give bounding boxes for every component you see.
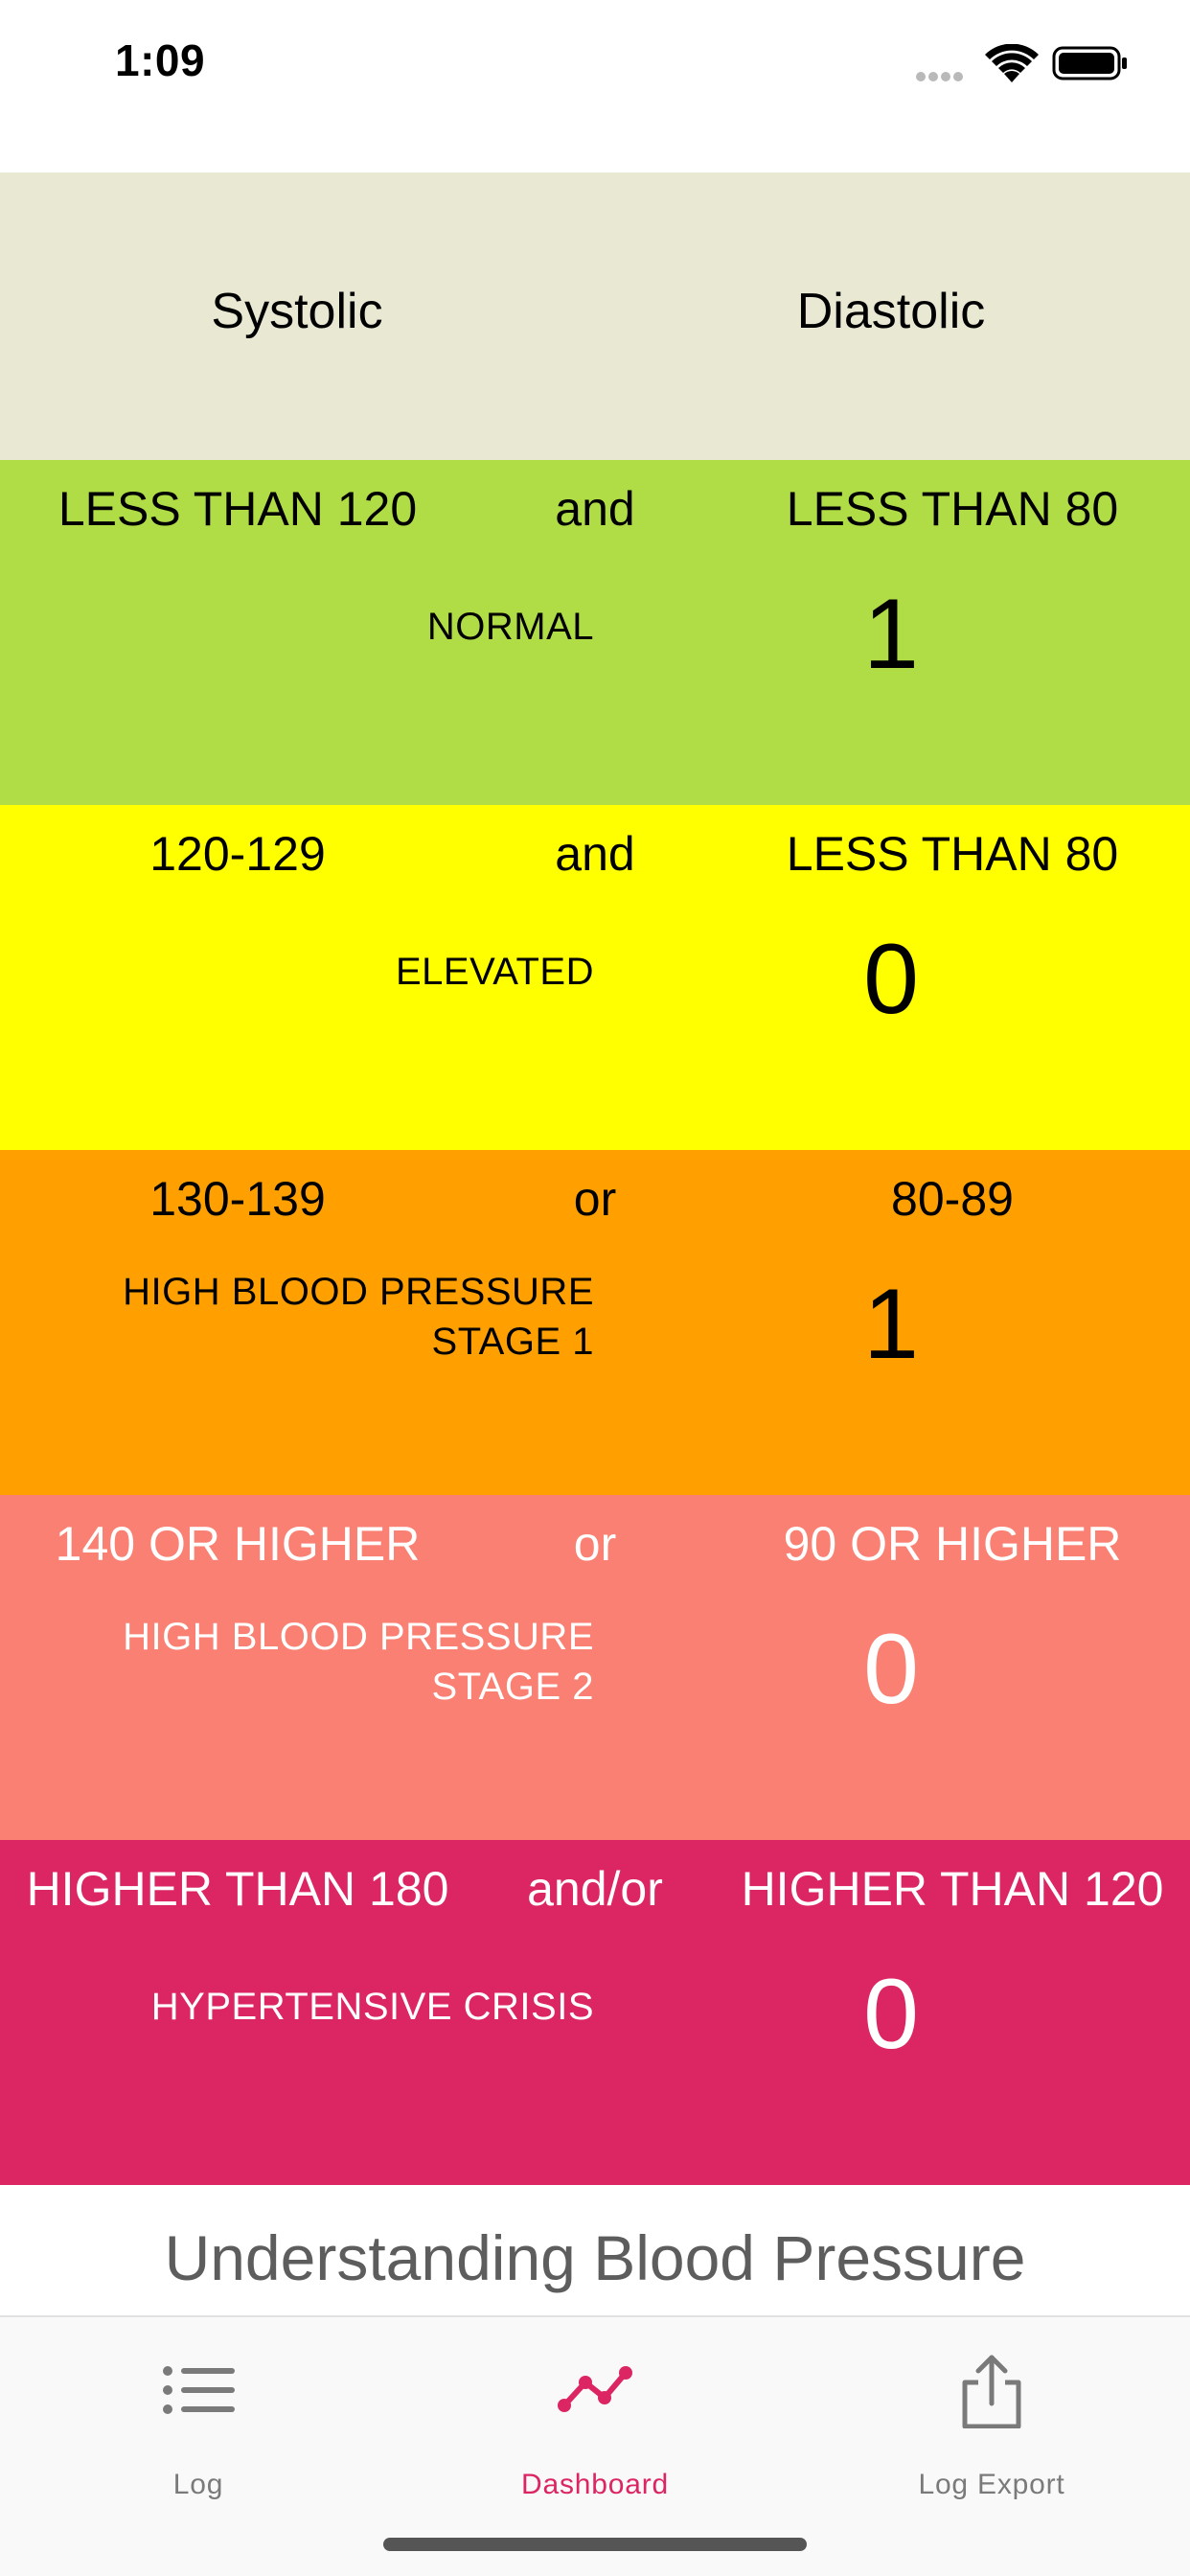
- category-row-elevated[interactable]: 120-129 and LESS THAN 80 ELEVATED 0: [0, 805, 1190, 1150]
- category-name: HIGH BLOOD PRESSURE STAGE 2: [57, 1612, 594, 1712]
- diastolic-range: 80-89: [891, 1172, 1014, 1226]
- tab-log[interactable]: Log: [0, 2317, 397, 2509]
- category-name-line-1: HIGH BLOOD PRESSURE: [123, 1616, 594, 1658]
- category-name: NORMAL: [426, 606, 594, 648]
- tab-label: Log Export: [918, 2469, 1065, 2500]
- systolic-header: Systolic: [211, 284, 383, 339]
- chart-line-icon: [558, 2366, 632, 2412]
- reading-count: 0: [863, 924, 919, 1035]
- table-header: Systolic Diastolic: [0, 172, 1190, 460]
- category-row-normal[interactable]: LESS THAN 120 and LESS THAN 80 NORMAL 1: [0, 460, 1190, 805]
- status-time: 1:09: [115, 35, 206, 85]
- category-row-stage-1[interactable]: 130-139 or 80-89 HIGH BLOOD PRESSURE STA…: [0, 1150, 1190, 1495]
- category-name: HIGH BLOOD PRESSURE STAGE 1: [57, 1267, 594, 1367]
- range-operator: or: [573, 1172, 617, 1226]
- tab-log-export[interactable]: Log Export: [793, 2317, 1190, 2509]
- range-operator: and: [555, 482, 635, 536]
- systolic-range: 130-139: [149, 1172, 326, 1226]
- systolic-range: 120-129: [149, 827, 326, 881]
- systolic-range: LESS THAN 120: [57, 482, 418, 536]
- diastolic-range: 90 OR HIGHER: [783, 1517, 1122, 1571]
- diastolic-range: HIGHER THAN 120: [741, 1862, 1164, 1916]
- reading-count: 0: [863, 1959, 919, 2070]
- section-title: Understanding Blood Pressure: [164, 2222, 1026, 2293]
- systolic-range: 140 OR HIGHER: [55, 1517, 421, 1571]
- reading-count: 0: [863, 1614, 919, 1725]
- category-name-line-1: HIGH BLOOD PRESSURE: [123, 1271, 594, 1313]
- tab-label: Dashboard: [521, 2469, 669, 2500]
- systolic-range: HIGHER THAN 180: [26, 1862, 449, 1916]
- dashboard-screen: 1:09 Systolic Diastolic LESS THAN 120 an…: [0, 0, 1190, 2576]
- category-row-stage-2[interactable]: 140 OR HIGHER or 90 OR HIGHER HIGH BLOOD…: [0, 1495, 1190, 1840]
- category-name: ELEVATED: [395, 951, 594, 993]
- category-name-line-2: STAGE 1: [431, 1321, 594, 1363]
- category-name: HYPERTENSIVE CRISIS: [150, 1986, 594, 2028]
- category-name-line-2: STAGE 2: [431, 1666, 594, 1708]
- share-icon: [962, 2355, 1021, 2428]
- reading-count: 1: [863, 579, 919, 690]
- diastolic-range: LESS THAN 80: [786, 482, 1119, 536]
- home-indicator[interactable]: [383, 2538, 807, 2551]
- tab-dashboard[interactable]: Dashboard: [397, 2317, 793, 2509]
- reading-count: 1: [863, 1269, 919, 1380]
- range-operator: and: [555, 827, 635, 881]
- cellular-signal-icon: [916, 69, 970, 81]
- wifi-icon: [985, 44, 1039, 82]
- status-bar: 1:09: [0, 0, 1190, 126]
- diastolic-range: LESS THAN 80: [786, 827, 1119, 881]
- range-operator: and/or: [527, 1862, 663, 1916]
- diastolic-header: Diastolic: [796, 284, 986, 339]
- list-icon: [163, 2366, 235, 2414]
- battery-icon: [1052, 46, 1127, 80]
- range-operator: or: [573, 1517, 617, 1571]
- tab-label: Log: [172, 2469, 224, 2500]
- category-row-hypertensive-crisis[interactable]: HIGHER THAN 180 and/or HIGHER THAN 120 H…: [0, 1840, 1190, 2185]
